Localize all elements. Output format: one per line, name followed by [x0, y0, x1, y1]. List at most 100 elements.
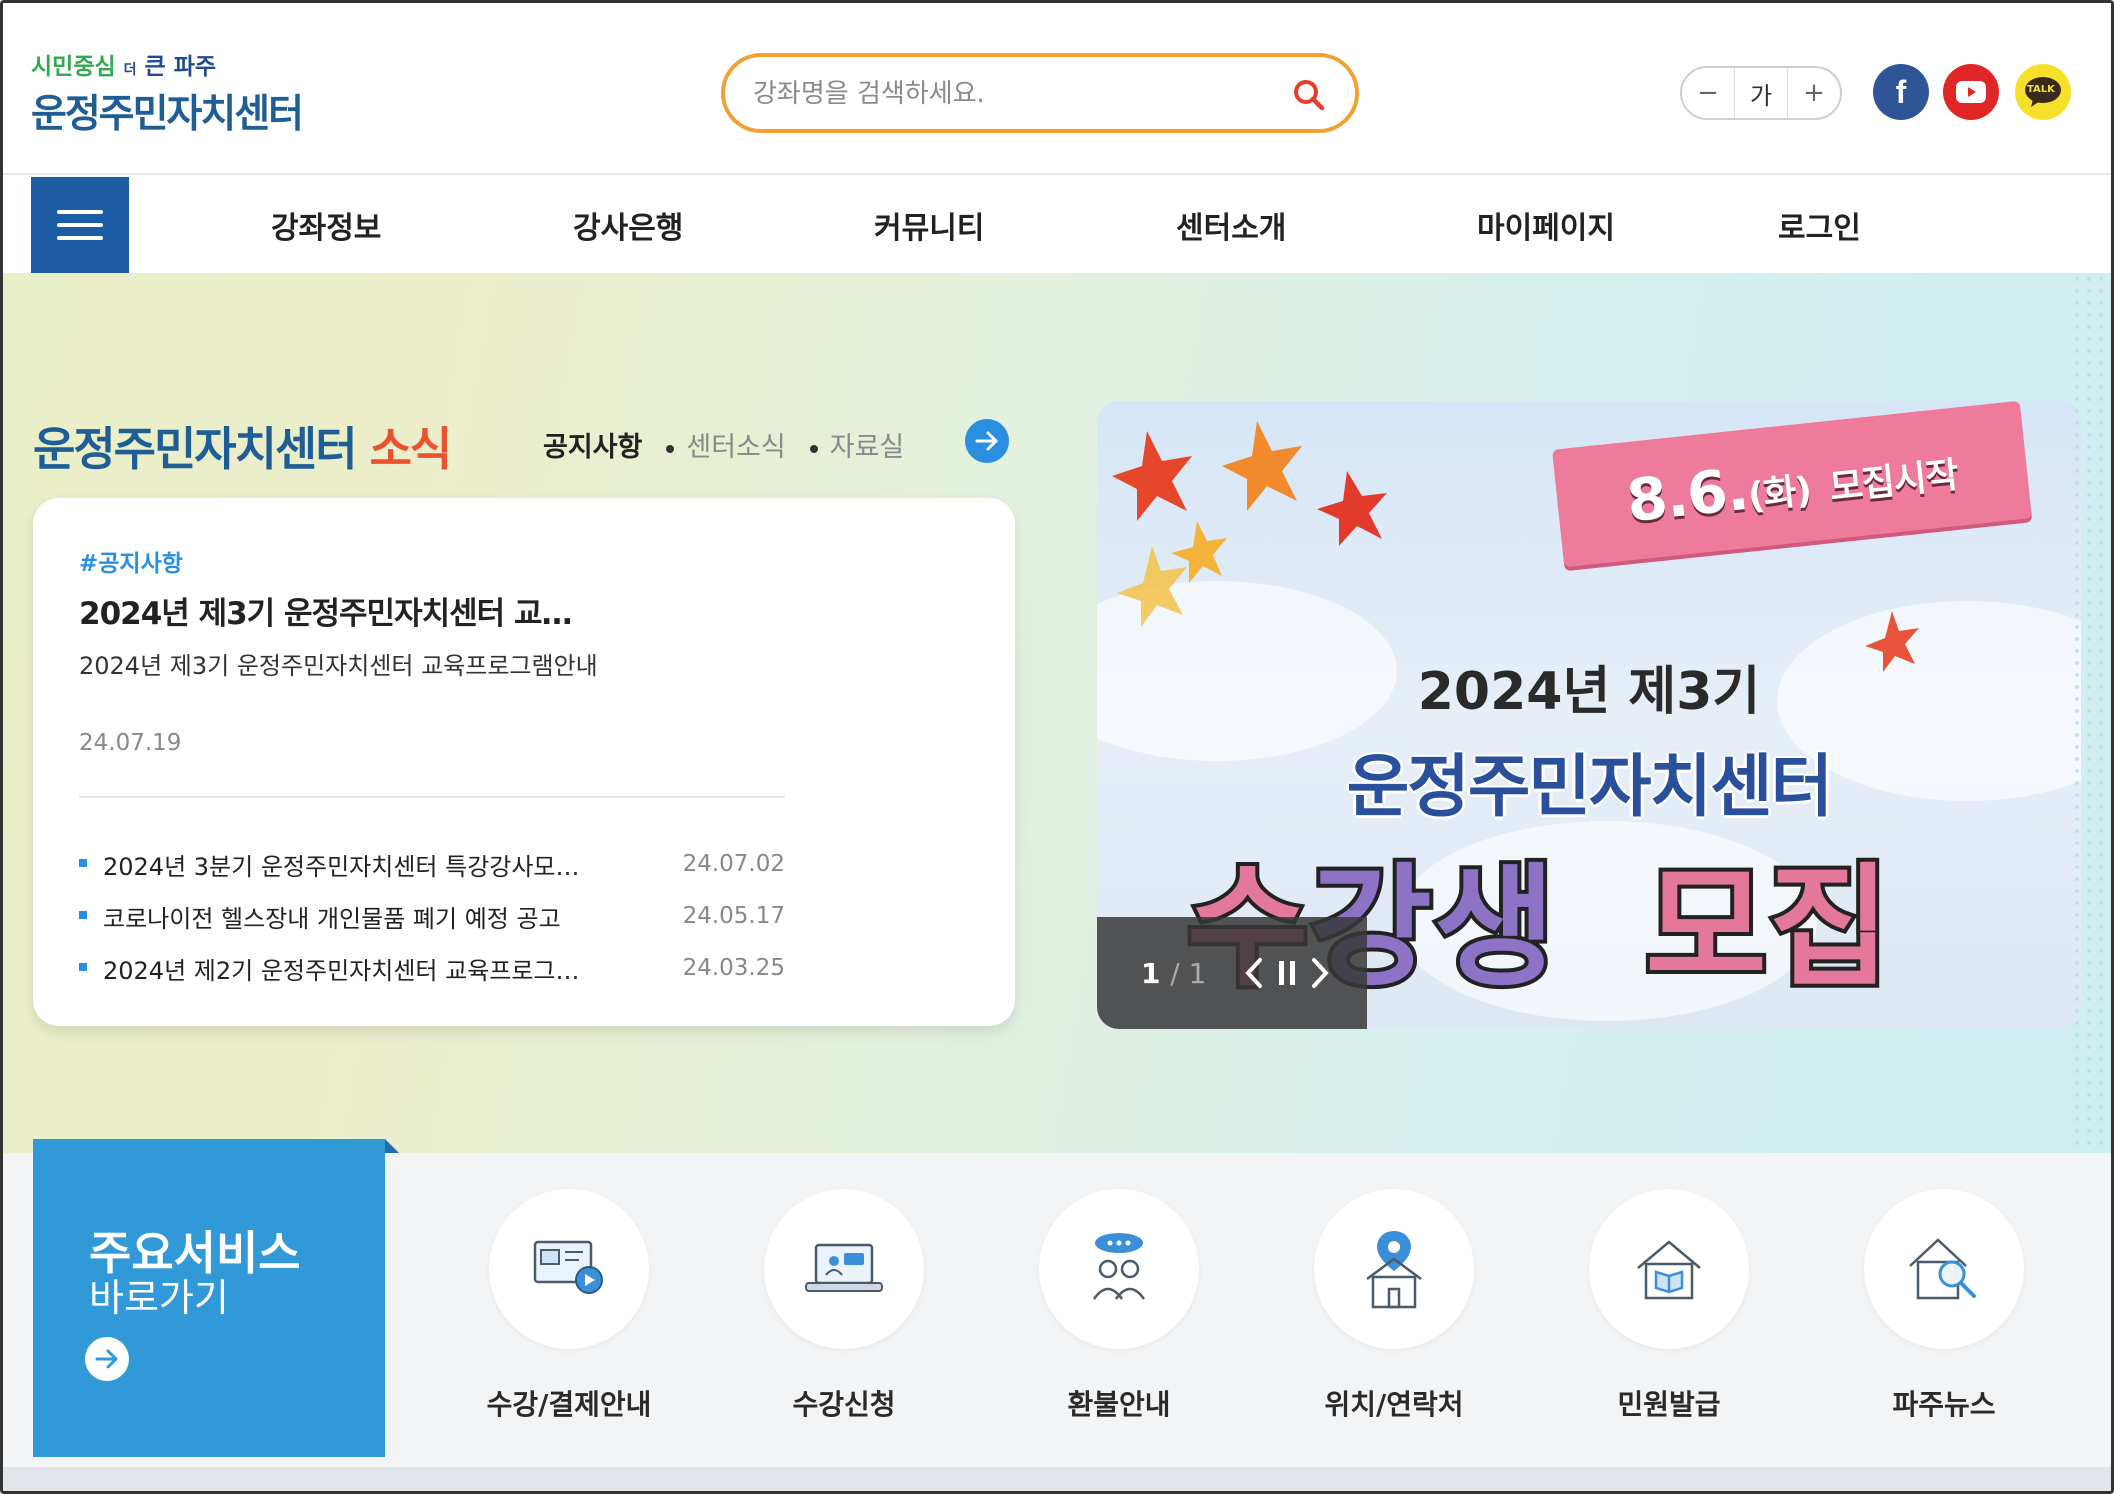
logo-name: 운정주민자치센터	[31, 92, 304, 137]
service-label: 수강신청	[792, 1388, 896, 1421]
site-logo[interactable]: 시민중심 더 큰 파주 운정주민자치센터	[31, 47, 304, 139]
notice-list: 2024년 3분기 운정주민자치센터 특강강사모… 24.07.02 코로나이전…	[79, 838, 785, 994]
refund-guide-icon	[1092, 1233, 1146, 1300]
services-heading-sub: 바로가기	[89, 1276, 229, 1320]
maple-leaf-icon	[1117, 546, 1187, 627]
prev-slide-button[interactable]	[1242, 956, 1266, 990]
news-section-title: 운정주민자치센터 소식	[33, 413, 453, 479]
service-label: 환불안내	[1067, 1388, 1171, 1421]
nav-item-community[interactable]: 커뮤니티	[874, 203, 984, 247]
ribbon-date: 8.6.	[1623, 454, 1751, 536]
list-item-title: 2024년 제2기 운정주민자치센터 교육프로그…	[79, 951, 580, 986]
logo-slogan-3: 큰 파주	[144, 54, 217, 80]
main-navigation: 강좌정보 강사은행 커뮤니티 센터소개 마이페이지 로그인	[3, 175, 2111, 273]
list-item[interactable]: 코로나이전 헬스장내 개인물품 폐기 예정 공고 24.05.17	[79, 890, 785, 942]
service-label: 민원발급	[1617, 1388, 1721, 1421]
service-course-apply[interactable]: 수강신청	[734, 1189, 954, 1423]
hamburger-menu-button[interactable]	[31, 177, 129, 273]
tab-archive[interactable]: 자료실	[809, 425, 905, 464]
tab-dot	[809, 444, 818, 453]
slider-controls: 1 / 1	[1097, 917, 1367, 1029]
nav-item-instructor-bank[interactable]: 강사은행	[573, 203, 683, 247]
facebook-link[interactable]: f	[1873, 64, 1929, 120]
tab-center-news-label: 센터소식	[686, 432, 786, 463]
banner-ribbon: 8.6.(화) 모집시작	[1552, 401, 2032, 568]
payment-guide-icon	[533, 1240, 603, 1294]
pause-slide-button[interactable]	[1276, 956, 1298, 990]
news-more-button[interactable]	[965, 419, 1009, 463]
slide-nav	[1242, 956, 1332, 990]
search-button[interactable]	[1291, 77, 1327, 113]
nav-item-center-intro[interactable]: 센터소개	[1176, 203, 1286, 247]
service-icon-circle	[1864, 1189, 2024, 1349]
page-frame: 시민중심 더 큰 파주 운정주민자치센터 − 가 + f	[0, 0, 2114, 1494]
service-icon-circle	[1589, 1189, 1749, 1349]
service-icon-circle	[764, 1189, 924, 1349]
service-refund-guide[interactable]: 환불안내	[1009, 1189, 1229, 1423]
nav-item-mypage[interactable]: 마이페이지	[1477, 203, 1615, 247]
font-increase-button[interactable]: +	[1788, 68, 1840, 118]
tab-center-news[interactable]: 센터소식	[666, 425, 786, 464]
news-tabs: 공지사항 센터소식 자료실	[543, 425, 904, 464]
service-icon-circle	[1314, 1189, 1474, 1349]
service-label: 위치/연락처	[1324, 1388, 1464, 1421]
hero-section: 운정주민자치센터 소식 공지사항 센터소식 자료실 #공지사항 2024년 제3…	[3, 273, 2111, 1153]
list-item-title: 코로나이전 헬스장내 개인물품 폐기 예정 공고	[79, 899, 561, 934]
featured-date: 24.07.19	[79, 730, 182, 756]
ribbon-text: 8.6.(화) 모집시작	[1624, 433, 1961, 535]
featured-description: 2024년 제3기 운정주민자치센터 교육프로그램안내	[79, 652, 598, 680]
logo-slogan-2: 더	[123, 62, 137, 78]
slide-current: 1	[1141, 956, 1161, 990]
news-title-highlight: 소식	[369, 422, 453, 476]
location-icon	[1366, 1231, 1422, 1309]
paju-news-icon	[1909, 1238, 1976, 1300]
youtube-link[interactable]	[1943, 64, 1999, 120]
arrow-right-icon	[95, 1349, 118, 1369]
search-input[interactable]	[753, 75, 1273, 113]
header: 시민중심 더 큰 파주 운정주민자치센터 − 가 + f	[3, 3, 2111, 175]
service-civil-document[interactable]: 민원발급	[1559, 1189, 1779, 1423]
banner-headline-part3: 모집	[1641, 847, 1894, 1009]
font-size-control: − 가 +	[1680, 66, 1842, 120]
hamburger-icon-bar	[57, 210, 103, 214]
list-item-date: 24.03.25	[682, 955, 785, 981]
services-heading: 주요서비스 바로가기	[33, 1139, 399, 1457]
next-slide-button[interactable]	[1308, 956, 1332, 990]
nav-item-login[interactable]: 로그인	[1778, 203, 1861, 247]
font-size-label: 가	[1734, 68, 1788, 118]
featured-tag: #공지사항	[79, 551, 183, 577]
slide-pagination: 1 / 1	[1141, 957, 1206, 990]
featured-title[interactable]: 2024년 제3기 운정주민자치센터 교…	[79, 588, 572, 633]
banner-subtitle: 2024년 제3기	[1417, 662, 1761, 722]
services-go-button[interactable]	[85, 1337, 129, 1381]
tab-archive-label: 자료실	[829, 432, 905, 463]
tab-dot	[666, 444, 675, 453]
banner-title: 운정주민자치센터	[1346, 748, 1833, 827]
search-icon	[1294, 80, 1325, 111]
news-title-main: 운정주민자치센터	[33, 422, 358, 476]
tab-notice[interactable]: 공지사항	[543, 425, 642, 464]
service-payment-guide[interactable]: 수강/결제안내	[459, 1189, 679, 1423]
course-apply-icon	[805, 1243, 883, 1292]
kakaotalk-label: TALK	[2027, 84, 2055, 95]
service-paju-news[interactable]: 파주뉴스	[1834, 1189, 2054, 1423]
logo-slogan-1: 시민중심	[31, 54, 116, 80]
font-decrease-button[interactable]: −	[1682, 68, 1734, 118]
service-label: 수강/결제안내	[486, 1388, 652, 1421]
promo-banner[interactable]: 8.6.(화) 모집시작 2024년 제3기 운정주민자치센터 수강생 모집 1…	[1097, 401, 2081, 1029]
quick-services: 주요서비스 바로가기 수강/결제안내 수강신청 환불안내 위치/연락처 민원발급…	[3, 1139, 2111, 1491]
service-location[interactable]: 위치/연락처	[1284, 1189, 1504, 1423]
footer-strip	[3, 1467, 2111, 1491]
kakaotalk-link[interactable]: TALK	[2015, 64, 2071, 120]
list-item-date: 24.07.02	[682, 851, 785, 877]
service-icon-circle	[1039, 1189, 1199, 1349]
service-label: 파주뉴스	[1892, 1388, 1996, 1421]
arrow-right-icon	[975, 431, 998, 451]
list-item-title: 2024년 3분기 운정주민자치센터 특강강사모…	[79, 847, 580, 882]
ribbon-label: 모집시작	[1827, 454, 1960, 509]
list-item[interactable]: 2024년 제2기 운정주민자치센터 교육프로그… 24.03.25	[79, 942, 785, 994]
list-item[interactable]: 2024년 3분기 운정주민자치센터 특강강사모… 24.07.02	[79, 838, 785, 890]
service-icon-circle	[489, 1189, 649, 1349]
ribbon-day: (화)	[1746, 470, 1813, 518]
nav-item-courses[interactable]: 강좌정보	[271, 203, 381, 247]
